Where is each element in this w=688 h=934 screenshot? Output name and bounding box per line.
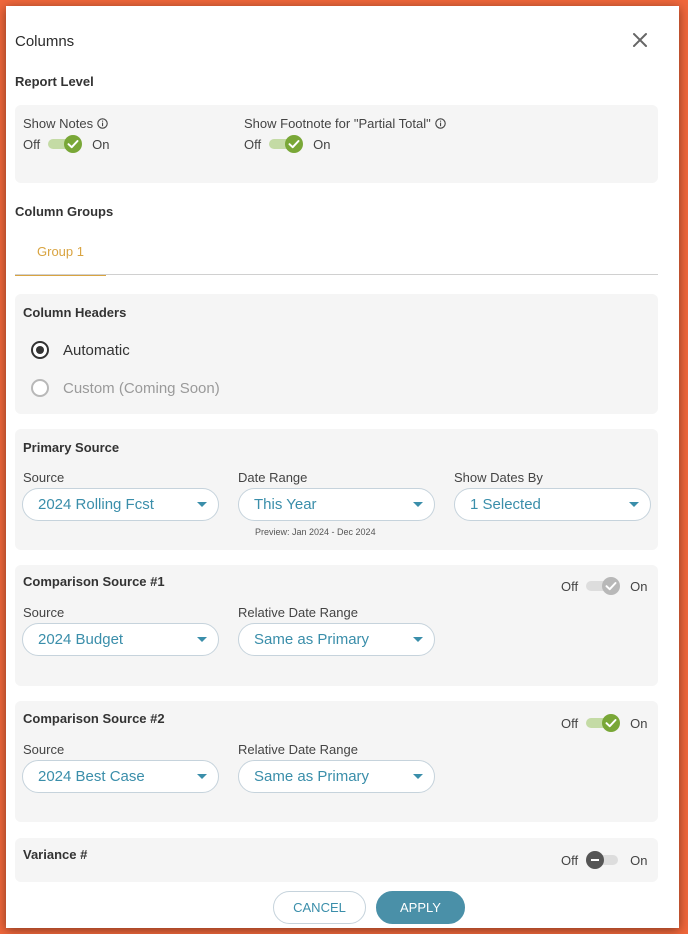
- apply-button[interactable]: APPLY: [376, 891, 465, 924]
- comparison-source-1-panel: Comparison Source #1 Off On Source 2024 …: [15, 565, 658, 686]
- relative-date-range-label: Relative Date Range: [238, 742, 358, 757]
- radio-button-unchecked[interactable]: [31, 379, 49, 397]
- primary-source-select[interactable]: 2024 Rolling Fcst: [22, 488, 219, 521]
- toggle-off-label: Off: [23, 136, 41, 152]
- comparison-2-toggle[interactable]: [586, 714, 621, 732]
- date-range-preview: Preview: Jan 2024 - Dec 2024: [255, 527, 376, 537]
- toggle-off-label: Off: [561, 852, 579, 868]
- comparison-1-source-select[interactable]: 2024 Budget: [22, 623, 219, 656]
- toggle-on-label: On: [92, 136, 110, 152]
- primary-source-heading: Primary Source: [23, 440, 120, 455]
- check-icon: [605, 719, 617, 728]
- date-range-select[interactable]: This Year: [238, 488, 435, 521]
- column-groups-heading: Column Groups: [15, 204, 114, 219]
- toggle-on-label: On: [630, 852, 648, 868]
- show-footnote-label: Show Footnote for "Partial Total": [244, 116, 431, 131]
- report-level-panel: Show Notes Off On Show Footnote for "Par…: [15, 105, 658, 183]
- caret-down-icon: [197, 637, 207, 642]
- select-value: 2024 Budget: [38, 631, 124, 648]
- column-headers-heading: Column Headers: [23, 305, 127, 320]
- toggle-off-label: Off: [244, 136, 262, 152]
- variance-panel: Variance # Off On: [15, 838, 658, 882]
- close-icon[interactable]: [630, 30, 650, 50]
- report-level-heading: Report Level: [15, 74, 94, 89]
- select-value: This Year: [254, 496, 317, 513]
- show-notes-label-row: Show Notes: [23, 116, 108, 131]
- radio-custom-label: Custom (Coming Soon): [63, 379, 220, 397]
- caret-down-icon: [413, 502, 423, 507]
- caret-down-icon: [197, 502, 207, 507]
- minus-icon: [591, 859, 600, 861]
- show-dates-by-label: Show Dates By: [454, 470, 543, 485]
- select-value: Same as Primary: [254, 631, 370, 648]
- info-icon[interactable]: [97, 117, 108, 129]
- primary-source-panel: Primary Source Source 2024 Rolling Fcst …: [15, 429, 658, 550]
- show-notes-toggle-row: Off On: [23, 135, 109, 153]
- source-label: Source: [23, 742, 65, 757]
- comparison-source-2-panel: Comparison Source #2 Off On Source 2024 …: [15, 701, 658, 822]
- info-icon[interactable]: [435, 117, 446, 129]
- toggle-off-label: Off: [561, 715, 579, 731]
- check-icon: [605, 582, 617, 591]
- caret-down-icon: [197, 774, 207, 779]
- caret-down-icon: [413, 637, 423, 642]
- column-headers-panel: Column Headers Automatic Custom (Coming …: [15, 294, 658, 414]
- show-notes-toggle[interactable]: [48, 135, 83, 153]
- comparison-1-relative-date-select[interactable]: Same as Primary: [238, 623, 435, 656]
- select-value: 2024 Rolling Fcst: [38, 496, 154, 513]
- radio-automatic[interactable]: Automatic: [31, 341, 130, 359]
- radio-automatic-label: Automatic: [63, 341, 130, 359]
- dialog-title: Columns: [15, 33, 75, 50]
- toggle-on-label: On: [630, 715, 648, 731]
- comparison-2-toggle-row: Off On: [561, 714, 647, 732]
- show-dates-by-select[interactable]: 1 Selected: [454, 488, 651, 521]
- source-label: Source: [23, 470, 65, 485]
- show-notes-label: Show Notes: [23, 116, 94, 131]
- comparison-2-relative-date-select[interactable]: Same as Primary: [238, 760, 435, 793]
- variance-heading: Variance #: [23, 847, 88, 862]
- select-value: 2024 Best Case: [38, 768, 145, 785]
- variance-toggle-row: Off On: [561, 851, 647, 869]
- comparison-2-source-select[interactable]: 2024 Best Case: [22, 760, 219, 793]
- show-footnote-label-row: Show Footnote for "Partial Total": [244, 116, 446, 131]
- toggle-on-label: On: [313, 136, 331, 152]
- date-range-label: Date Range: [238, 470, 308, 485]
- toggle-on-label: On: [630, 578, 648, 594]
- caret-down-icon: [413, 774, 423, 779]
- select-value: 1 Selected: [470, 496, 541, 513]
- cancel-button[interactable]: CANCEL: [273, 891, 366, 924]
- tab-group-1[interactable]: Group 1: [15, 240, 106, 276]
- comparison-1-toggle-row: Off On: [561, 577, 647, 595]
- radio-button-checked[interactable]: [31, 341, 49, 359]
- columns-dialog: Columns Report Level Show Notes Off On S…: [6, 6, 679, 928]
- comparison-2-heading: Comparison Source #2: [23, 711, 165, 726]
- check-icon: [67, 140, 79, 149]
- comparison-1-toggle[interactable]: [586, 577, 621, 595]
- source-label: Source: [23, 605, 65, 620]
- tab-divider: [15, 274, 658, 275]
- radio-custom[interactable]: Custom (Coming Soon): [31, 379, 220, 397]
- variance-toggle[interactable]: [586, 851, 619, 869]
- show-footnote-toggle[interactable]: [269, 135, 304, 153]
- select-value: Same as Primary: [254, 768, 370, 785]
- caret-down-icon: [629, 502, 639, 507]
- relative-date-range-label: Relative Date Range: [238, 605, 358, 620]
- toggle-off-label: Off: [561, 578, 579, 594]
- comparison-1-heading: Comparison Source #1: [23, 574, 165, 589]
- check-icon: [288, 140, 300, 149]
- show-footnote-toggle-row: Off On: [244, 135, 330, 153]
